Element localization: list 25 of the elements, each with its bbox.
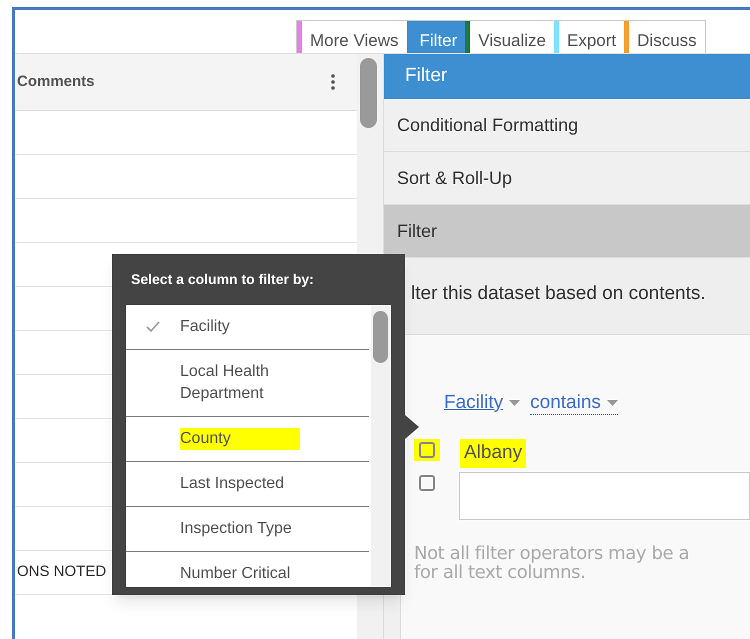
- column-option[interactable]: County: [180, 428, 300, 450]
- column-option[interactable]: Number Critical: [180, 563, 300, 585]
- column-header[interactable]: Comments: [17, 70, 95, 94]
- checkmark-icon: [146, 321, 160, 333]
- option-label: Albany: [460, 439, 526, 468]
- column-option[interactable]: Last Inspected: [180, 473, 300, 495]
- column-option[interactable]: Inspection Type: [180, 518, 300, 540]
- input-field[interactable]: [459, 472, 750, 520]
- more-options-icon[interactable]: [331, 74, 335, 90]
- panel-header: Filter: [384, 54, 750, 99]
- popup-title: Select a column to filter by:: [130, 270, 315, 289]
- column-option[interactable]: Local Health Department: [180, 361, 300, 405]
- description-text: lter this dataset based on contents.: [411, 282, 706, 306]
- hint-text: Not all filter operators may be a for all text columns.: [414, 544, 690, 582]
- panel-section[interactable]: Filter: [384, 205, 750, 258]
- scrollbar-thumb[interactable]: [373, 311, 388, 363]
- caret-icon: [606, 400, 618, 406]
- table-cell-text: ONS NOTED: [17, 562, 106, 582]
- caret-icon: [509, 400, 520, 406]
- scrollbar-thumb[interactable]: [360, 58, 377, 128]
- operator-dropdown[interactable]: contains: [530, 392, 618, 414]
- column-option[interactable]: Facility: [180, 316, 300, 338]
- checkbox[interactable]: [419, 442, 435, 458]
- checkbox[interactable]: [418, 474, 435, 490]
- column-dropdown[interactable]: Facility: [444, 388, 520, 418]
